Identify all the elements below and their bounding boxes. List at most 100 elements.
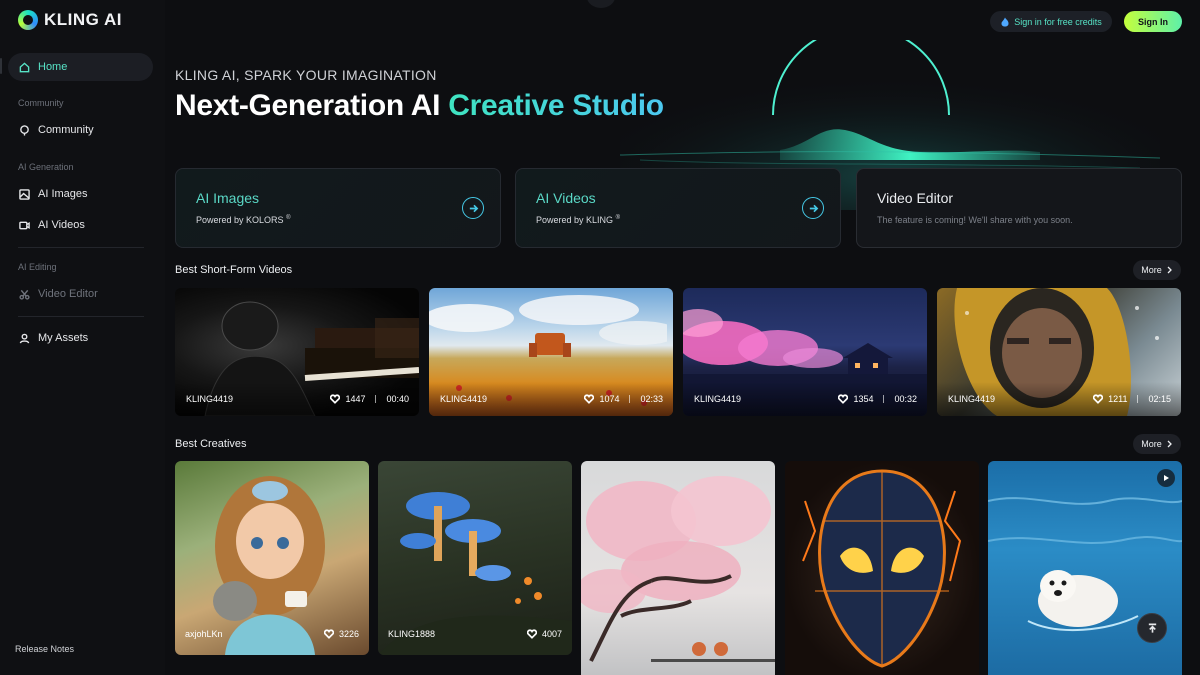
creative-card[interactable]: [785, 461, 979, 675]
video-stats: 1447 00:40: [330, 394, 409, 404]
chevron-right-icon: [1167, 440, 1172, 448]
creative-thumbnail: [802, 469, 962, 668]
sidebar-item-my-assets[interactable]: My Assets: [8, 324, 153, 352]
sidebar-item-label: Community: [38, 124, 94, 136]
creative-card[interactable]: axjohLKn 3226: [175, 461, 369, 655]
release-notes-link[interactable]: Release Notes: [15, 644, 74, 654]
creative-thumbnail: [378, 492, 572, 655]
video-card[interactable]: KLING4419 1211 02:15: [937, 288, 1181, 416]
video-duration: 00:40: [386, 394, 409, 404]
likes-count: 1354: [853, 394, 874, 404]
author-name: KLING4419: [186, 394, 234, 404]
more-label: More: [1141, 265, 1162, 275]
creative-card[interactable]: [581, 461, 775, 675]
feature-subtitle-text: Powered by KOLORS: [196, 215, 284, 225]
divider: [883, 395, 885, 403]
sidebar-item-label: My Assets: [38, 332, 89, 344]
free-credits-label: Sign in for free credits: [1014, 16, 1102, 27]
sidebar-divider: [18, 316, 144, 317]
feature-card-ai-videos[interactable]: AI Videos Powered by KLING ®: [515, 168, 841, 248]
feature-subtitle: Powered by KLING ®: [536, 215, 820, 225]
heart-icon[interactable]: [323, 629, 334, 639]
author-name: axjohLKn: [185, 629, 223, 639]
heart-icon[interactable]: [838, 394, 849, 404]
section-label-ai-generation: AI Generation: [18, 162, 74, 172]
sidebar-divider: [18, 247, 144, 248]
arrow-up-icon: [1148, 623, 1156, 633]
creative-thumbnail: [581, 476, 775, 662]
top-handle[interactable]: [587, 0, 615, 8]
feature-title: AI Videos: [536, 190, 596, 206]
brand-name: KLING AI: [44, 10, 122, 29]
likes-count: 4007: [541, 629, 562, 639]
arrow-right-icon[interactable]: [462, 197, 484, 219]
video-card[interactable]: KLING4419 1447 00:40: [175, 288, 419, 416]
feature-card-ai-images[interactable]: AI Images Powered by KOLORS ®: [175, 168, 501, 248]
video-stats: 1211 02:15: [1093, 394, 1171, 404]
community-icon: [20, 124, 29, 136]
heart-icon[interactable]: [526, 629, 537, 639]
video-stats: 1354 00:32: [838, 394, 917, 404]
free-credits-button[interactable]: Sign in for free credits: [990, 11, 1112, 32]
heart-icon[interactable]: [584, 394, 595, 404]
hero-title-main: Next-Generation AI: [175, 89, 449, 122]
image-icon: [19, 188, 30, 200]
heart-icon[interactable]: [330, 394, 341, 404]
sign-in-button[interactable]: Sign In: [1124, 11, 1182, 32]
sidebar-item-ai-images[interactable]: AI Images: [8, 180, 153, 208]
video-duration: 00:32: [894, 394, 917, 404]
author-name: KLING4419: [694, 394, 742, 404]
more-button-short-videos[interactable]: More: [1133, 260, 1181, 280]
sidebar-item-label: AI Videos: [38, 219, 85, 231]
feature-title: AI Images: [196, 190, 260, 206]
video-card[interactable]: KLING4419 1354 00:32: [683, 288, 927, 416]
back-to-top-button[interactable]: [1137, 613, 1167, 643]
more-label: More: [1141, 439, 1162, 449]
sidebar: KLING AI Home Community Community AI Gen…: [0, 0, 165, 675]
creative-stats: 4007: [526, 629, 562, 639]
sidebar-item-video-editor[interactable]: Video Editor: [8, 280, 153, 308]
heart-icon[interactable]: [1093, 394, 1104, 404]
video-card[interactable]: KLING4419 1074 02:33: [429, 288, 673, 416]
divider: [375, 395, 377, 403]
sidebar-item-label: Video Editor: [38, 288, 98, 300]
active-indicator: [0, 58, 2, 74]
home-icon: [19, 61, 30, 72]
author-name: KLING4419: [948, 394, 996, 404]
feature-subtitle: The feature is coming! We'll share with …: [877, 215, 1073, 225]
sidebar-item-ai-videos[interactable]: AI Videos: [8, 211, 153, 239]
video-duration: 02:33: [640, 394, 663, 404]
hero-title: Next-Generation AI Creative Studio: [175, 89, 664, 123]
divider: [1137, 395, 1139, 403]
feature-subtitle: Powered by KOLORS ®: [196, 215, 480, 225]
likes-count: 3226: [338, 629, 359, 639]
video-stats: 1074 02:33: [584, 394, 663, 404]
flame-icon: [1001, 17, 1009, 26]
likes-count: 1211: [1108, 394, 1128, 404]
divider: [629, 395, 631, 403]
play-icon[interactable]: [1157, 469, 1175, 487]
chevron-right-icon: [1167, 266, 1172, 274]
feature-card-video-editor[interactable]: Video Editor The feature is coming! We'l…: [856, 168, 1182, 248]
section-title-creatives: Best Creatives: [175, 438, 247, 450]
user-icon: [19, 333, 30, 343]
author-name: KLING1888: [388, 629, 436, 639]
likes-count: 1074: [599, 394, 620, 404]
video-icon: [19, 221, 30, 229]
creative-card[interactable]: KLING1888 4007: [378, 461, 572, 655]
arrow-right-icon[interactable]: [802, 197, 824, 219]
creative-stats: 3226: [323, 629, 359, 639]
logo[interactable]: KLING AI: [18, 10, 122, 30]
author-name: KLING4419: [440, 394, 488, 404]
more-button-creatives[interactable]: More: [1133, 434, 1181, 454]
likes-count: 1447: [345, 394, 366, 404]
section-label-community: Community: [18, 98, 64, 108]
section-label-ai-editing: AI Editing: [18, 262, 57, 272]
sidebar-item-home[interactable]: Home: [8, 53, 153, 81]
sidebar-item-community[interactable]: Community: [8, 116, 153, 144]
kling-logo-icon: [18, 10, 38, 30]
hero-title-accent: Creative Studio: [448, 89, 664, 122]
hero-tagline: KLING AI, SPARK YOUR IMAGINATION: [175, 67, 437, 83]
sidebar-item-label: Home: [38, 61, 68, 73]
section-title-short-videos: Best Short-Form Videos: [175, 264, 293, 276]
